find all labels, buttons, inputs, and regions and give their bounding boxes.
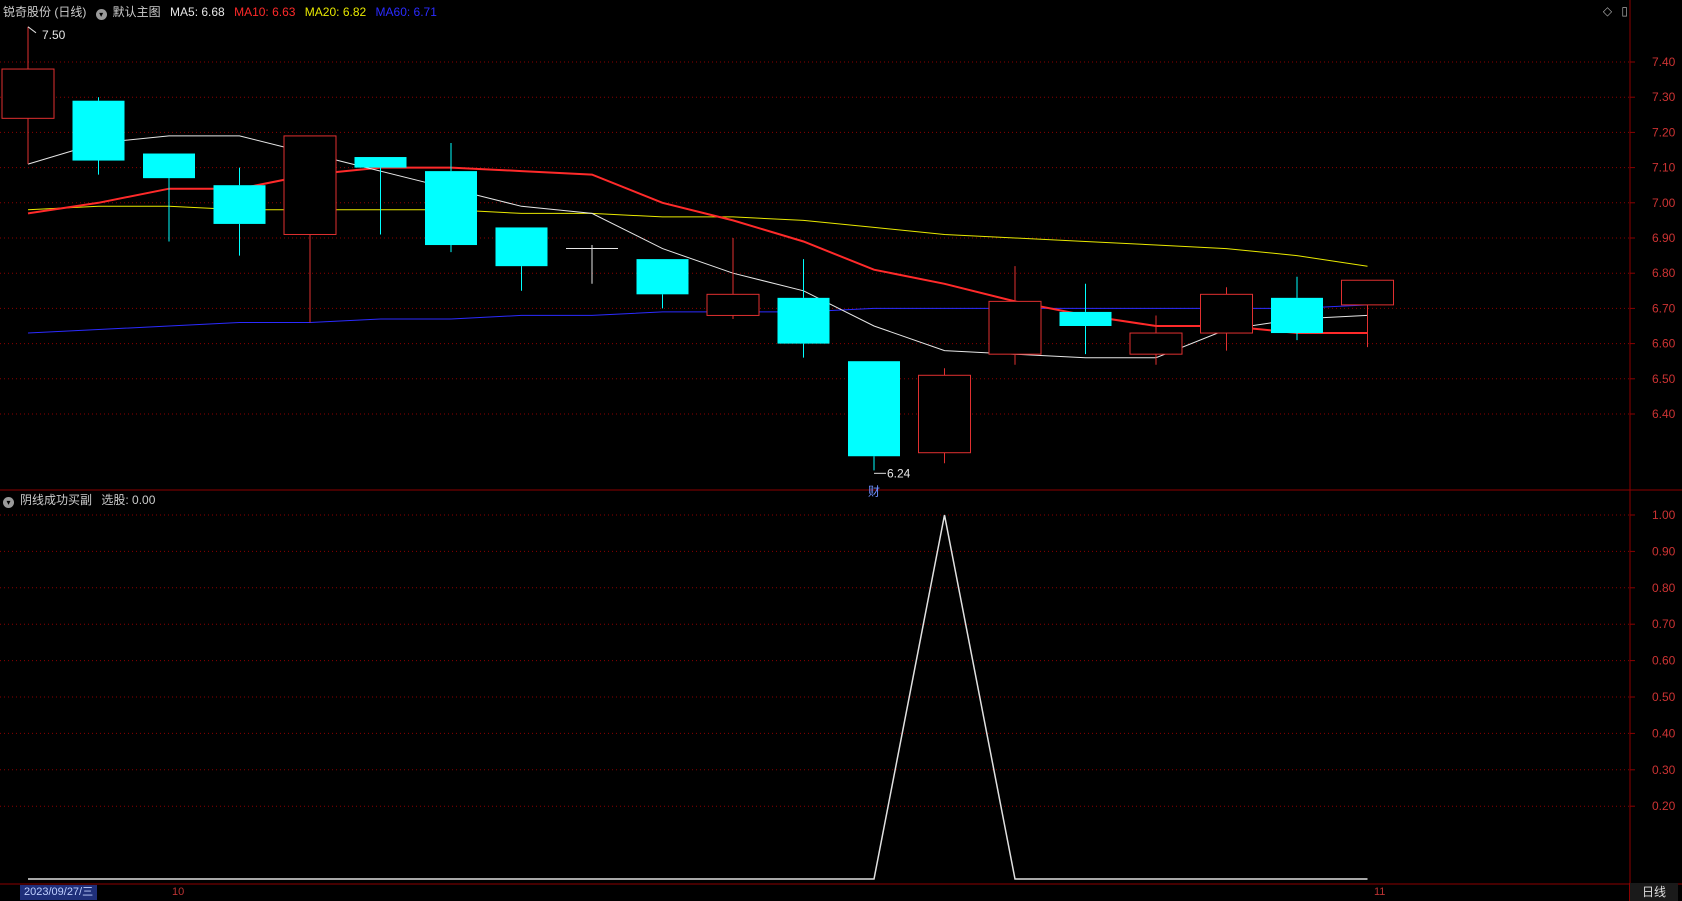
candle (1, 26, 55, 165)
sub-y-tick-label: 0.60 (1652, 654, 1676, 668)
candle (706, 238, 760, 319)
candle-body (283, 135, 337, 235)
candle (848, 361, 900, 471)
candle-body (848, 361, 900, 457)
candle-body (706, 293, 760, 316)
diamond-icon[interactable]: ◇ (1603, 4, 1612, 18)
candle (1341, 279, 1394, 348)
main-y-tick-label: 6.50 (1652, 372, 1676, 386)
sub-y-tick-label: 0.20 (1652, 799, 1676, 813)
month-label-oct: 10 (172, 886, 185, 898)
candle-body (918, 374, 971, 454)
chevron-down-icon[interactable]: ▾ (95, 9, 107, 20)
candle-body (213, 185, 266, 224)
main-y-tick-label: 7.00 (1652, 196, 1676, 210)
candle (918, 368, 971, 464)
high-price-label: 7.50 (42, 28, 66, 42)
main-y-tick-label: 7.10 (1652, 161, 1676, 175)
ma20-label: MA20: 6.82 (304, 5, 367, 19)
main-y-tick-label: 7.30 (1652, 90, 1676, 104)
high-pointer (27, 26, 37, 34)
candle (283, 135, 337, 323)
candle-body (1059, 311, 1112, 326)
chart-canvas: 7.40 7.30 7.20 7.10 7.00 6.90 6.80 6.70 6.60 6.50… (0, 0, 1682, 885)
main-y-tick-label: 6.90 (1652, 231, 1676, 245)
main-y-tick-label: 6.40 (1652, 407, 1676, 421)
candle-body (72, 100, 125, 161)
candle (566, 245, 618, 284)
candle (143, 153, 195, 242)
event-marker: 财 (868, 484, 880, 498)
sub-indicator-name[interactable]: 阴线成功买副 (20, 493, 92, 507)
sub-y-tick-label: 0.50 (1652, 690, 1676, 704)
stock-name: 锐奇股份 (日线) (3, 5, 87, 19)
candle (1200, 287, 1253, 351)
candle-body (1200, 293, 1253, 334)
ma5-line (27, 135, 1368, 359)
candle-body (777, 297, 830, 344)
candle-body (495, 227, 548, 267)
candle-body (354, 157, 407, 168)
candle (72, 97, 125, 175)
main-y-tick-label: 7.40 (1652, 55, 1676, 69)
candle (213, 167, 266, 256)
ma60-label: MA60: 6.71 (375, 5, 437, 19)
sub-y-tick-label: 0.30 (1652, 763, 1676, 777)
sub-indicator-value: 选股: 0.00 (101, 493, 156, 507)
candle (495, 227, 548, 291)
candle (1059, 283, 1112, 355)
main-y-tick-label: 6.70 (1652, 301, 1676, 315)
sub-y-tick-label: 0.40 (1652, 726, 1676, 740)
main-y-tick-label: 7.20 (1652, 125, 1676, 139)
candle (988, 266, 1042, 365)
main-y-tick-label: 6.80 (1652, 266, 1676, 280)
ma5-label: MA5: 6.68 (170, 5, 225, 19)
candle-body (1, 68, 55, 119)
candle (636, 259, 689, 309)
sub-y-tick-label: 1.00 (1652, 508, 1676, 522)
candle-body (425, 171, 477, 246)
sub-y-tick-label: 0.70 (1652, 617, 1676, 631)
period-tab-daily[interactable]: 日线 (1629, 883, 1678, 901)
candle-body (988, 300, 1042, 355)
candle-body (143, 153, 195, 179)
sub-chart-header: ▾ 阴线成功买副 选股: 0.00 (3, 492, 161, 508)
candle-body (1129, 332, 1183, 355)
candle-body (1341, 279, 1394, 306)
start-date-label: 2023/09/27/三 (20, 885, 98, 900)
sub-y-tick-label: 0.90 (1652, 544, 1676, 558)
sub-y-tick-label: 0.80 (1652, 581, 1676, 595)
month-label-nov: 11 (1374, 886, 1386, 898)
chart-corner-controls: ◇ ▯ (1597, 4, 1628, 18)
candle-body (1271, 297, 1323, 334)
main-y-tick-label: 6.60 (1652, 337, 1676, 351)
panel-toggle-icon[interactable]: ▯ (1621, 4, 1628, 18)
main-chart-header: 锐奇股份 (日线) ▾ 默认主图 MA5: 6.68 MA10: 6.63 MA2… (3, 4, 443, 20)
main-chart-label[interactable]: 默认主图 (113, 5, 161, 19)
ma10-label: MA10: 6.63 (234, 5, 296, 19)
candle (1271, 276, 1323, 341)
candle (425, 142, 477, 253)
ma60-line (27, 304, 1368, 334)
chevron-down-icon[interactable]: ▾ (3, 497, 14, 508)
low-price-label: 6.24 (887, 466, 911, 480)
candle-body (636, 259, 689, 295)
candle (777, 259, 830, 358)
